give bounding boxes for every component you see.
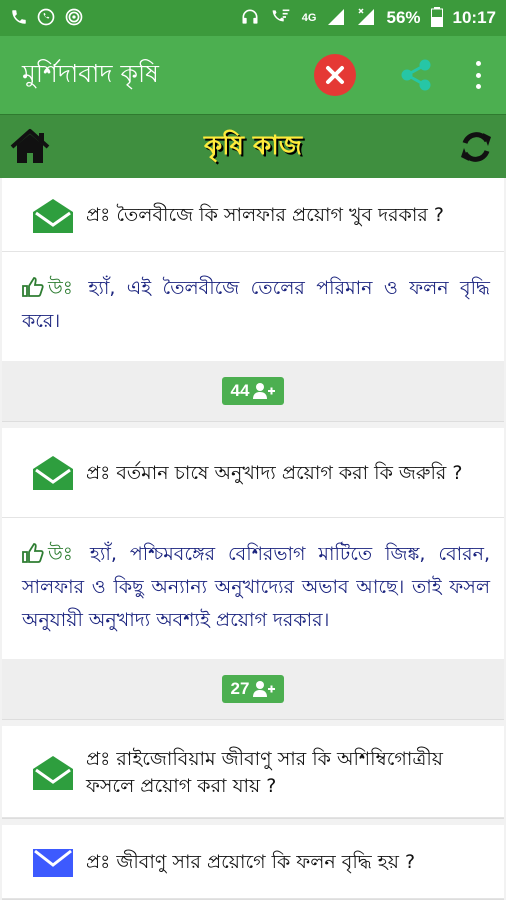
qa-card[interactable]: প্রঃ জীবাণু সার প্রয়োগে কি ফলন বৃদ্ধি হ… xyxy=(2,825,504,900)
answer-text: হ্যাঁ, পশ্চিমবঙ্গের বেশিরভাগ মাটিতে জিঙ্… xyxy=(22,542,490,632)
count-row: 44 xyxy=(2,360,504,421)
thumbs-up-icon xyxy=(22,542,44,563)
view-count: 27 xyxy=(230,679,250,699)
question-text: প্রঃ রাইজোবিয়াম জীবাণু সার কি অশিম্বিগো… xyxy=(86,748,443,797)
view-count: 44 xyxy=(230,380,250,400)
answer-prefix: উঃ xyxy=(48,542,73,565)
question-row[interactable]: প্রঃ তৈলবীজে কি সালফার প্রয়োগ খুব দরকার… xyxy=(2,178,504,252)
add-user-icon xyxy=(253,382,276,399)
question-text: প্রঃ তৈলবীজে কি সালফার প্রয়োগ খুব দরকার… xyxy=(86,204,444,227)
status-bar: 4G 56% 10:17 xyxy=(0,0,506,36)
add-user-icon xyxy=(253,681,276,698)
answer-text: হ্যাঁ, এই তৈলবীজে তেলের পরিমান ও ফলন বৃদ… xyxy=(22,277,490,333)
battery-percent: 56% xyxy=(386,8,421,27)
view-count-badge[interactable]: 44 xyxy=(221,376,285,405)
home-button[interactable] xyxy=(8,125,52,169)
whatsapp-icon xyxy=(36,7,56,30)
network-type: 4G xyxy=(301,12,317,24)
phone-icon xyxy=(10,8,28,29)
close-icon xyxy=(326,66,344,84)
answer-prefix: উঃ xyxy=(48,277,73,299)
home-icon xyxy=(10,128,50,163)
answer-text-block: উঃ হ্যাঁ, পশ্চিমবঙ্গের বেশিরভাগ মাটিতে জ… xyxy=(2,518,504,660)
clock: 10:17 xyxy=(452,8,496,27)
wifi-calling-icon xyxy=(270,7,292,30)
qa-card[interactable]: প্রঃ বর্তমান চাষে অনুখাদ্য প্রয়োগ করা ক… xyxy=(2,427,504,721)
hotspot-icon xyxy=(64,7,84,30)
open-envelope-icon xyxy=(33,198,73,233)
question-row[interactable]: প্রঃ বর্তমান চাষে অনুখাদ্য প্রয়োগ করা ক… xyxy=(2,428,504,518)
open-envelope-icon xyxy=(33,755,73,790)
overflow-menu-button[interactable] xyxy=(472,61,484,89)
close-button[interactable] xyxy=(314,54,356,96)
section-header: কৃষি কাজ xyxy=(0,114,506,178)
signal-icon xyxy=(326,7,346,30)
signal-no-data-icon xyxy=(356,7,376,30)
headphones-icon xyxy=(240,7,260,30)
view-count-badge[interactable]: 27 xyxy=(221,675,285,704)
question-text: প্রঃ বর্তমান চাষে অনুখাদ্য প্রয়োগ করা ক… xyxy=(86,461,463,484)
refresh-button[interactable] xyxy=(454,125,498,169)
share-icon xyxy=(401,59,431,91)
question-text: প্রঃ জীবাণু সার প্রয়োগে কি ফলন বৃদ্ধি হ… xyxy=(86,851,416,874)
app-bar: মুর্শিদাবাদ কৃষি xyxy=(0,36,506,114)
qa-card[interactable]: প্রঃ তৈলবীজে কি সালফার প্রয়োগ খুব দরকার… xyxy=(2,178,504,422)
count-row: 27 xyxy=(2,659,504,720)
battery-icon xyxy=(430,6,443,30)
qa-card[interactable]: প্রঃ রাইজোবিয়াম জীবাণু সার কি অশিম্বিগো… xyxy=(2,726,504,820)
question-row[interactable]: প্রঃ জীবাণু সার প্রয়োগে কি ফলন বৃদ্ধি হ… xyxy=(2,825,504,900)
qa-list[interactable]: প্রঃ তৈলবীজে কি সালফার প্রয়োগ খুব দরকার… xyxy=(0,178,506,900)
refresh-icon xyxy=(461,131,491,162)
thumbs-up-icon xyxy=(22,277,44,297)
share-button[interactable] xyxy=(396,55,436,95)
app-title: মুর্শিদাবাদ কৃষি xyxy=(22,58,159,88)
question-row[interactable]: প্রঃ রাইজোবিয়াম জীবাণু সার কি অশিম্বিগো… xyxy=(2,726,504,819)
open-envelope-icon xyxy=(33,456,73,490)
section-title: কৃষি কাজ xyxy=(203,130,302,161)
closed-envelope-icon xyxy=(33,848,73,877)
answer-text-block: উঃ হ্যাঁ, এই তৈলবীজে তেলের পরিমান ও ফলন … xyxy=(2,252,504,361)
